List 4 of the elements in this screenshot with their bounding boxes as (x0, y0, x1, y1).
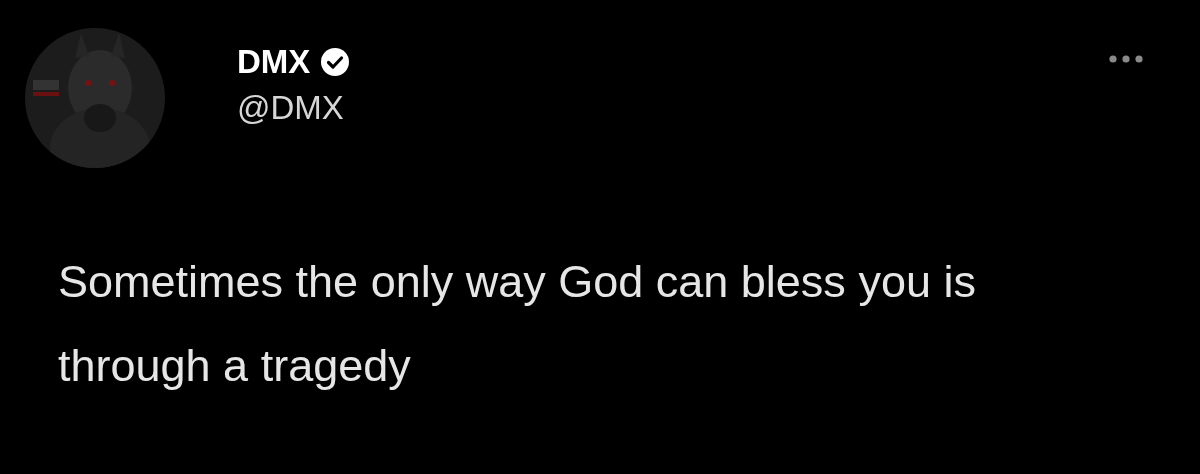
tweet-text: Sometimes the only way God can bless you is through a tragedy (58, 255, 977, 393)
author-name[interactable]: DMX (237, 42, 311, 82)
author-handle[interactable]: @DMX (237, 88, 351, 128)
more-icon[interactable] (1108, 54, 1144, 64)
